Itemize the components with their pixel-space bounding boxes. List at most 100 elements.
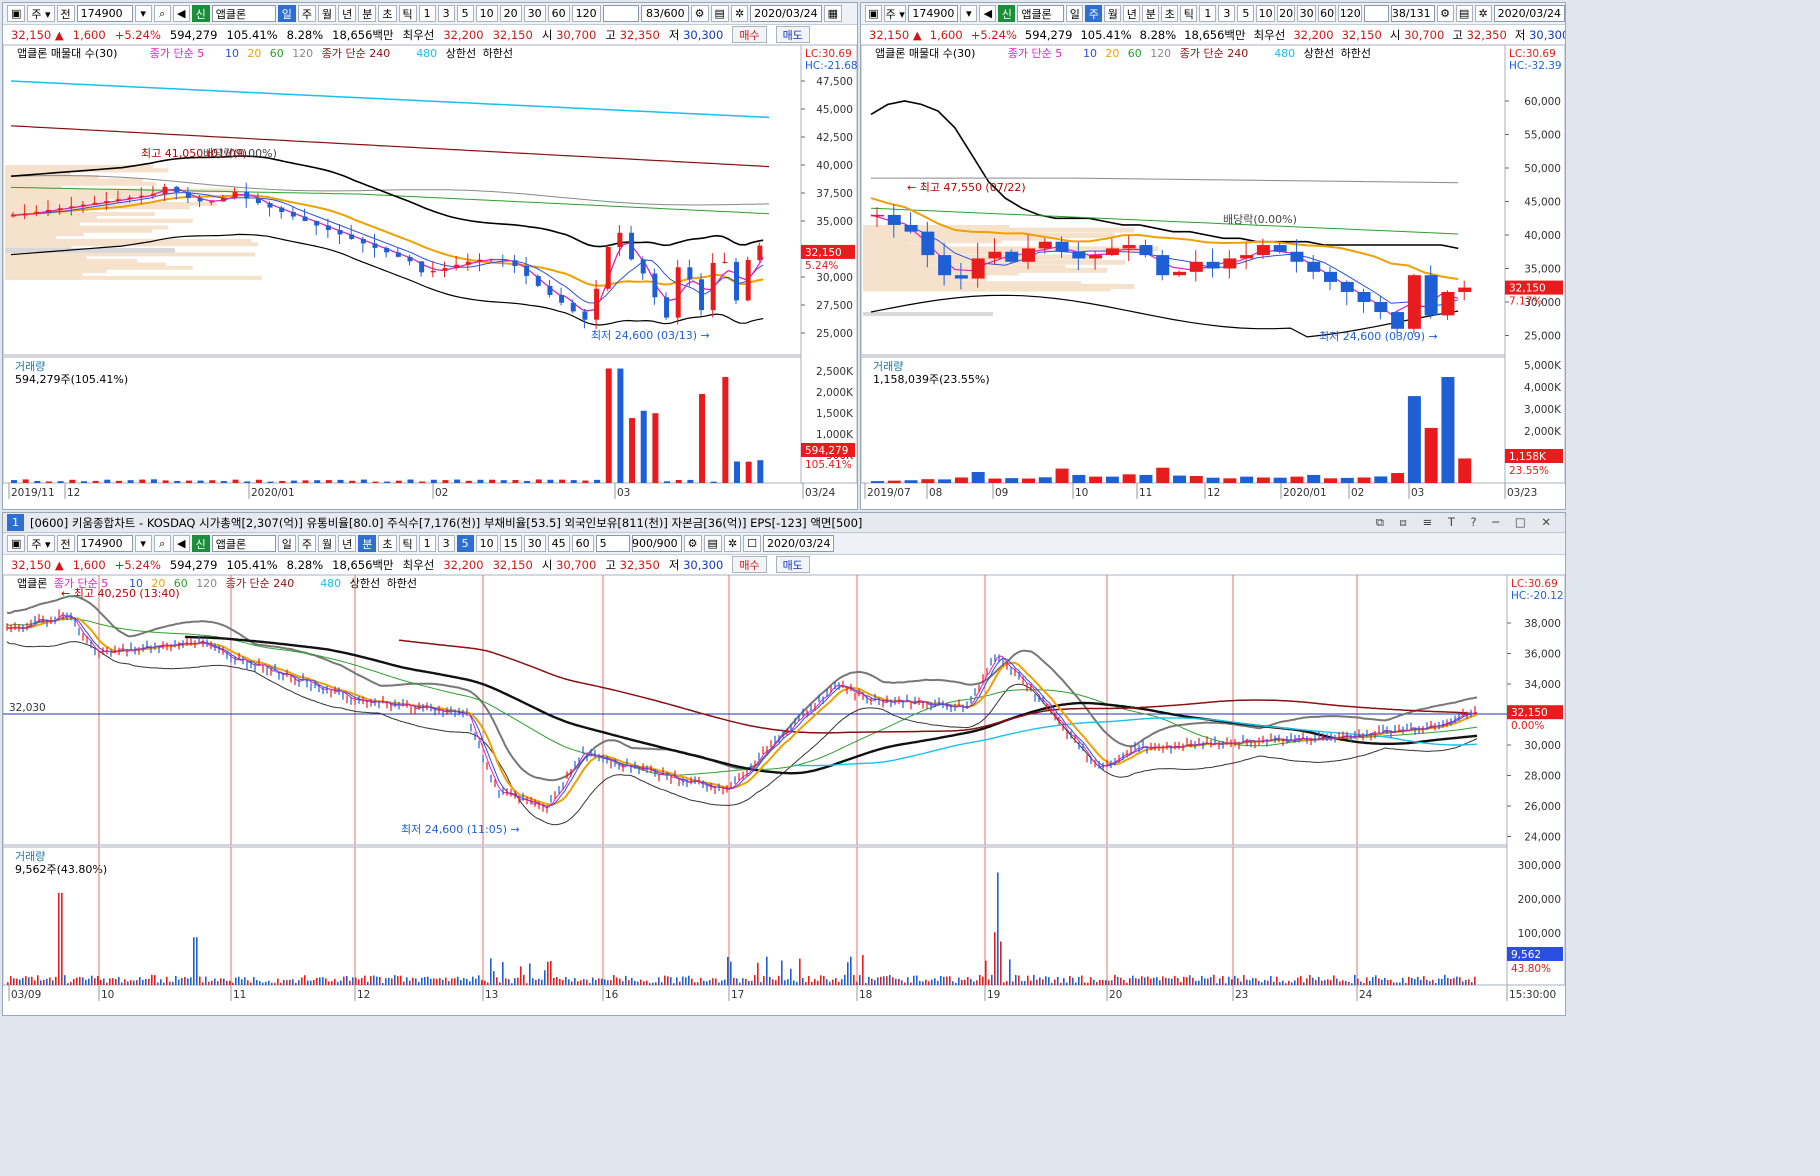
interval-30[interactable]: 30	[523, 535, 546, 552]
speaker-icon[interactable]: ◀	[979, 5, 997, 22]
stock-name-field[interactable]: 앱클론	[1017, 5, 1065, 22]
tab-month[interactable]: 월	[318, 5, 337, 22]
interval-5[interactable]: 5	[456, 535, 474, 552]
date-field[interactable]: 2020/03/24	[763, 535, 835, 552]
interval-10[interactable]: 10	[475, 5, 498, 22]
volume-bar	[223, 978, 225, 985]
count-field[interactable]: 900/900	[631, 535, 682, 552]
tab-minute[interactable]: 분	[358, 5, 377, 22]
interval-120[interactable]: 120	[571, 5, 601, 22]
save-icon[interactable]: ▤	[1455, 5, 1473, 22]
window-icon[interactable]: ▣	[7, 5, 26, 22]
volume-bar	[580, 980, 582, 985]
date-field[interactable]: 2020/03/24	[1493, 5, 1565, 22]
price-chart[interactable]: 앱클론 매물대 수(30) 종가 단순 5 10 20 60 120 종가 단순 240 48…	[3, 45, 857, 509]
interval-5[interactable]: 5	[456, 5, 474, 22]
chevron-down-icon[interactable]: ▾	[960, 5, 978, 22]
calendar-icon[interactable]: ▦	[823, 5, 842, 22]
interval-30[interactable]: 30	[1297, 5, 1316, 22]
tab-month[interactable]: 월	[318, 535, 337, 552]
legend-item: 120	[1150, 47, 1171, 60]
stock-name-field[interactable]: 앱클론	[211, 5, 276, 22]
interval-30[interactable]: 30	[523, 5, 546, 22]
stock-type-select[interactable]: 주 ▾	[27, 535, 55, 552]
tab-month[interactable]: 월	[1104, 5, 1122, 22]
interval-1[interactable]: 1	[418, 535, 436, 552]
gear-icon[interactable]: ✲	[1474, 5, 1492, 22]
price-chart[interactable]: 앱클론 매물대 수(30) 종가 단순 5 10 20 60 120 종가 단순 240 48…	[861, 45, 1565, 509]
tab-week[interactable]: 주	[1085, 5, 1103, 22]
tab-day[interactable]: 일	[277, 5, 296, 22]
code-input[interactable]: 174900	[76, 5, 133, 22]
tab-tick[interactable]: 틱	[398, 5, 417, 22]
speaker-icon[interactable]: ◀	[172, 5, 190, 22]
speaker-icon[interactable]: ◀	[172, 535, 190, 552]
settings-icon[interactable]: ⚙	[1436, 5, 1454, 22]
interval-20[interactable]: 20	[1276, 5, 1296, 22]
tab-year[interactable]: 년	[1123, 5, 1141, 22]
search-icon[interactable]: ⌕	[153, 535, 171, 552]
volume-bar	[901, 980, 903, 985]
interval-10[interactable]: 10	[475, 535, 498, 552]
stock-name-field[interactable]: 앱클론	[211, 535, 276, 552]
interval-input[interactable]	[602, 5, 639, 22]
buy-button[interactable]: 매수	[732, 26, 767, 43]
interval-45[interactable]: 45	[547, 535, 570, 552]
volume-bar	[769, 976, 771, 985]
prev-button[interactable]: 전	[56, 535, 75, 552]
date-checkbox[interactable]: ☐	[743, 535, 762, 552]
interval-20[interactable]: 20	[499, 5, 522, 22]
interval-15[interactable]: 15	[499, 535, 522, 552]
save-icon[interactable]: ▤	[710, 5, 729, 22]
tab-second[interactable]: 초	[378, 5, 397, 22]
interval-120[interactable]: 120	[1338, 5, 1363, 22]
interval-60[interactable]: 60	[1317, 5, 1337, 22]
tab-minute[interactable]: 분	[1142, 5, 1160, 22]
count-field[interactable]: 83/600	[640, 5, 689, 22]
interval-3[interactable]: 3	[437, 5, 455, 22]
price-chart[interactable]: 앱클론 종가 단순 5 10 20 60 120 종가 단순 240 480 상한선 하한선 LC:…	[3, 575, 1565, 1015]
chevron-down-icon[interactable]: ▾	[134, 535, 152, 552]
prev-button[interactable]: 전	[56, 5, 75, 22]
buy-button[interactable]: 매수	[732, 556, 767, 573]
interval-1[interactable]: 1	[418, 5, 436, 22]
tab-minute[interactable]: 분	[358, 535, 377, 552]
tab-day[interactable]: 일	[277, 535, 296, 552]
save-icon[interactable]: ▤	[703, 535, 722, 552]
interval-60[interactable]: 60	[571, 535, 594, 552]
count-field[interactable]: 38/131	[1390, 5, 1435, 22]
interval-10[interactable]: 10	[1256, 5, 1275, 22]
chevron-down-icon[interactable]: ▾	[134, 5, 152, 22]
date-field[interactable]: 2020/03/24	[750, 5, 822, 22]
tab-year[interactable]: 년	[338, 535, 357, 552]
interval-3[interactable]: 3	[1218, 5, 1236, 22]
interval-3[interactable]: 3	[437, 535, 455, 552]
tab-second[interactable]: 초	[1161, 5, 1179, 22]
interval-60[interactable]: 60	[547, 5, 570, 22]
search-icon[interactable]: ⌕	[153, 5, 171, 22]
tab-week[interactable]: 주	[297, 5, 317, 22]
stock-type-select[interactable]: 주 ▾	[884, 5, 907, 22]
settings-icon[interactable]: ⚙	[690, 5, 709, 22]
gear-icon[interactable]: ✲	[730, 5, 749, 22]
code-input[interactable]: 174900	[76, 535, 133, 552]
window-icon[interactable]: ▣	[865, 5, 882, 22]
gear-icon[interactable]: ✲	[723, 535, 742, 552]
tab-week[interactable]: 주	[297, 535, 317, 552]
interval-input[interactable]	[1364, 5, 1389, 22]
tab-second[interactable]: 초	[378, 535, 397, 552]
settings-icon[interactable]: ⚙	[683, 535, 702, 552]
interval-5[interactable]: 5	[1237, 5, 1255, 22]
window-icon[interactable]: ▣	[7, 535, 26, 552]
window-controls[interactable]: ⧉ ⧈ ≡ T ? ─ □ ✕	[1376, 515, 1557, 530]
stock-type-select[interactable]: 주 ▾	[27, 5, 55, 22]
tab-tick[interactable]: 틱	[398, 535, 417, 552]
sell-button[interactable]: 매도	[775, 26, 810, 43]
minute-input[interactable]: 5	[595, 535, 630, 552]
code-input[interactable]: 174900	[908, 5, 959, 22]
tab-day[interactable]: 일	[1066, 5, 1084, 22]
tab-year[interactable]: 년	[338, 5, 357, 22]
tab-tick[interactable]: 틱	[1180, 5, 1198, 22]
sell-button[interactable]: 매도	[775, 556, 810, 573]
interval-1[interactable]: 1	[1199, 5, 1217, 22]
